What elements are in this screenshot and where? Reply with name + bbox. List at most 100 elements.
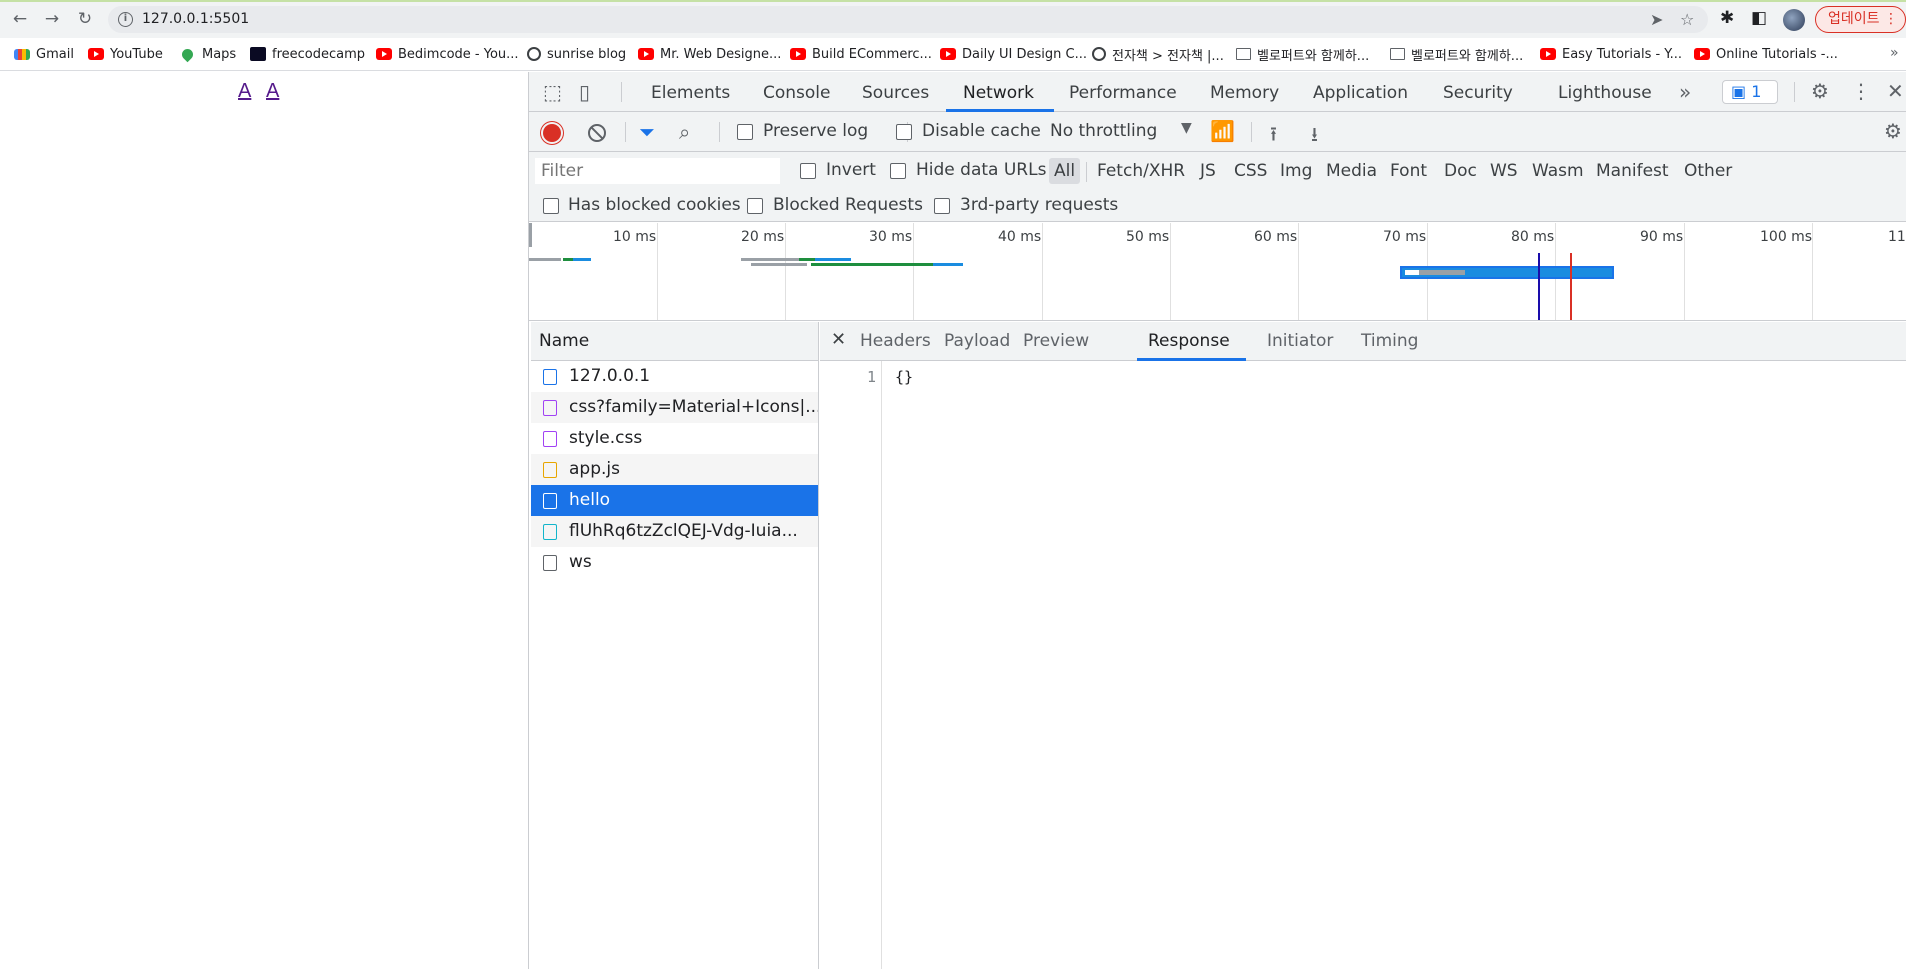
close-detail-icon[interactable]: ✕ (831, 329, 846, 350)
search-icon[interactable]: ⌕ (679, 120, 690, 144)
disable-cache-checkbox[interactable] (896, 124, 912, 140)
bookmark-item[interactable]: 전자책 > 전자책 |... (1092, 45, 1224, 64)
bookmark-item[interactable]: freecodecamp (250, 45, 365, 63)
request-row[interactable]: style.css (531, 423, 818, 454)
type-filter-css[interactable]: CSS (1234, 158, 1267, 184)
blocked-requests-checkbox[interactable] (747, 198, 763, 214)
tab-preview[interactable]: Preview (1023, 331, 1089, 351)
bookmark-item[interactable]: YouTube (88, 45, 163, 63)
tab-security[interactable]: Security (1443, 83, 1513, 103)
back-arrow-icon[interactable]: ← (10, 9, 30, 29)
bookmark-star-icon[interactable]: ☆ (1680, 10, 1694, 29)
page-link[interactable]: A (238, 80, 251, 103)
type-filter-img[interactable]: Img (1280, 158, 1312, 184)
request-row[interactable]: ws (531, 547, 818, 578)
bookmarks-overflow-icon[interactable]: » (1890, 45, 1899, 61)
tab-performance[interactable]: Performance (1069, 83, 1177, 103)
type-filter-other[interactable]: Other (1684, 158, 1732, 184)
extensions-puzzle-icon[interactable]: ✱ (1720, 8, 1734, 28)
throttling-select[interactable]: No throttling (1050, 121, 1157, 141)
request-row-selected[interactable]: hello (531, 485, 818, 516)
request-row[interactable]: css?family=Material+Icons|... (531, 392, 818, 423)
side-panel-icon[interactable]: ◧ (1751, 8, 1767, 28)
bookmark-item[interactable]: Online Tutorials -... (1694, 45, 1838, 63)
more-tabs-icon[interactable]: » (1679, 80, 1691, 104)
issues-badge[interactable]: ▣ 1 (1722, 80, 1778, 104)
chevron-down-icon[interactable]: ▼ (1181, 120, 1192, 136)
bookmark-item[interactable]: Gmail (14, 45, 74, 63)
tab-elements[interactable]: Elements (651, 83, 730, 103)
tab-response[interactable]: Response (1148, 331, 1230, 351)
invert-checkbox[interactable] (800, 163, 816, 179)
type-filter-fetch-xhr[interactable]: Fetch/XHR (1097, 158, 1185, 184)
close-devtools-icon[interactable]: ✕ (1887, 79, 1904, 103)
type-filter-ws[interactable]: WS (1490, 158, 1518, 184)
request-row[interactable]: app.js (531, 454, 818, 485)
type-filter-all[interactable]: All (1049, 158, 1081, 184)
bookmark-item[interactable]: 벨로퍼트와 함께하... (1236, 45, 1369, 64)
filter-input[interactable] (535, 158, 780, 184)
network-overview-timeline[interactable]: 10 ms 20 ms 30 ms 40 ms 50 ms 60 ms 70 m… (529, 223, 1906, 321)
preserve-log-checkbox[interactable] (737, 124, 753, 140)
has-blocked-cookies-label: Has blocked cookies (568, 195, 741, 215)
send-icon[interactable]: ➤ (1650, 10, 1663, 29)
tab-memory[interactable]: Memory (1210, 83, 1279, 103)
tick-label: 20 ms (741, 229, 785, 245)
request-row[interactable]: flUhRq6tzZclQEJ-Vdg-Iuia... (531, 516, 818, 547)
type-filter-manifest[interactable]: Manifest (1596, 158, 1669, 184)
request-name: app.js (569, 459, 620, 479)
profile-avatar[interactable] (1783, 9, 1805, 31)
tab-initiator[interactable]: Initiator (1267, 331, 1333, 351)
export-har-icon[interactable]: ⭳ (1311, 120, 1318, 154)
filter-funnel-icon[interactable]: ⏷ (639, 120, 655, 144)
clear-icon[interactable] (588, 124, 606, 142)
type-filter-wasm[interactable]: Wasm (1532, 158, 1584, 184)
tab-lighthouse[interactable]: Lighthouse (1558, 83, 1652, 103)
bookmark-label: Easy Tutorials - Y... (1562, 46, 1683, 62)
device-toolbar-icon[interactable]: ▯ (579, 80, 590, 104)
book-icon (1236, 48, 1251, 60)
name-column-header[interactable]: Name (531, 322, 818, 361)
tab-timing[interactable]: Timing (1361, 331, 1418, 351)
bookmark-item[interactable]: Bedimcode - You... (376, 45, 519, 63)
tab-network[interactable]: Network (963, 83, 1034, 103)
inspect-element-icon[interactable]: ⬚ (543, 80, 562, 104)
tab-console[interactable]: Console (763, 83, 831, 103)
reload-icon[interactable]: ↻ (75, 9, 95, 29)
bookmark-item[interactable]: Daily UI Design C... (940, 45, 1087, 63)
tab-application[interactable]: Application (1313, 83, 1408, 103)
request-row[interactable]: 127.0.0.1 (531, 361, 818, 392)
type-filter-doc[interactable]: Doc (1444, 158, 1477, 184)
stylesheet-icon (543, 431, 557, 447)
bookmarks-bar: Gmail YouTube Maps freecodecamp Bedimcod… (0, 38, 1906, 71)
more-options-icon[interactable]: ⋮ (1851, 79, 1871, 103)
forward-arrow-icon[interactable]: → (42, 9, 62, 29)
tab-headers[interactable]: Headers (860, 331, 931, 351)
network-settings-gear-icon[interactable]: ⚙ (1884, 119, 1902, 143)
update-button[interactable]: 업데이트 ⋮ (1815, 6, 1906, 33)
page-link[interactable]: A (266, 80, 279, 103)
browser-toolbar: ← → ↻ i 127.0.0.1:5501 ➤ ☆ ✱ ◧ 업데이트 ⋮ (0, 0, 1906, 38)
bookmark-item[interactable]: Build ECommerc... (790, 45, 932, 63)
type-filter-js[interactable]: JS (1200, 158, 1216, 184)
hide-data-urls-checkbox[interactable] (890, 163, 906, 179)
has-blocked-cookies-checkbox[interactable] (543, 198, 559, 214)
tab-payload[interactable]: Payload (944, 331, 1010, 351)
response-body[interactable]: {} (895, 368, 913, 386)
bookmark-item[interactable]: Maps (179, 45, 236, 63)
network-toolbar: ⏷ ⌕ Preserve log Disable cache No thrott… (529, 112, 1906, 152)
record-icon[interactable] (543, 124, 561, 142)
bookmark-item[interactable]: 벨로퍼트와 함께하... (1390, 45, 1523, 64)
address-bar[interactable]: i 127.0.0.1:5501 ➤ ☆ (108, 6, 1708, 33)
third-party-checkbox[interactable] (934, 198, 950, 214)
bookmark-item[interactable]: Mr. Web Designe... (638, 45, 781, 63)
settings-gear-icon[interactable]: ⚙ (1811, 79, 1829, 103)
network-conditions-icon[interactable]: 📶 (1210, 119, 1235, 143)
import-har-icon[interactable]: ⭱ (1270, 120, 1277, 154)
type-filter-font[interactable]: Font (1390, 158, 1427, 184)
bookmark-item[interactable]: Easy Tutorials - Y... (1540, 45, 1682, 63)
tab-sources[interactable]: Sources (862, 83, 929, 103)
bookmark-item[interactable]: sunrise blog (527, 45, 626, 63)
site-info-icon[interactable]: i (118, 12, 133, 27)
type-filter-media[interactable]: Media (1326, 158, 1377, 184)
